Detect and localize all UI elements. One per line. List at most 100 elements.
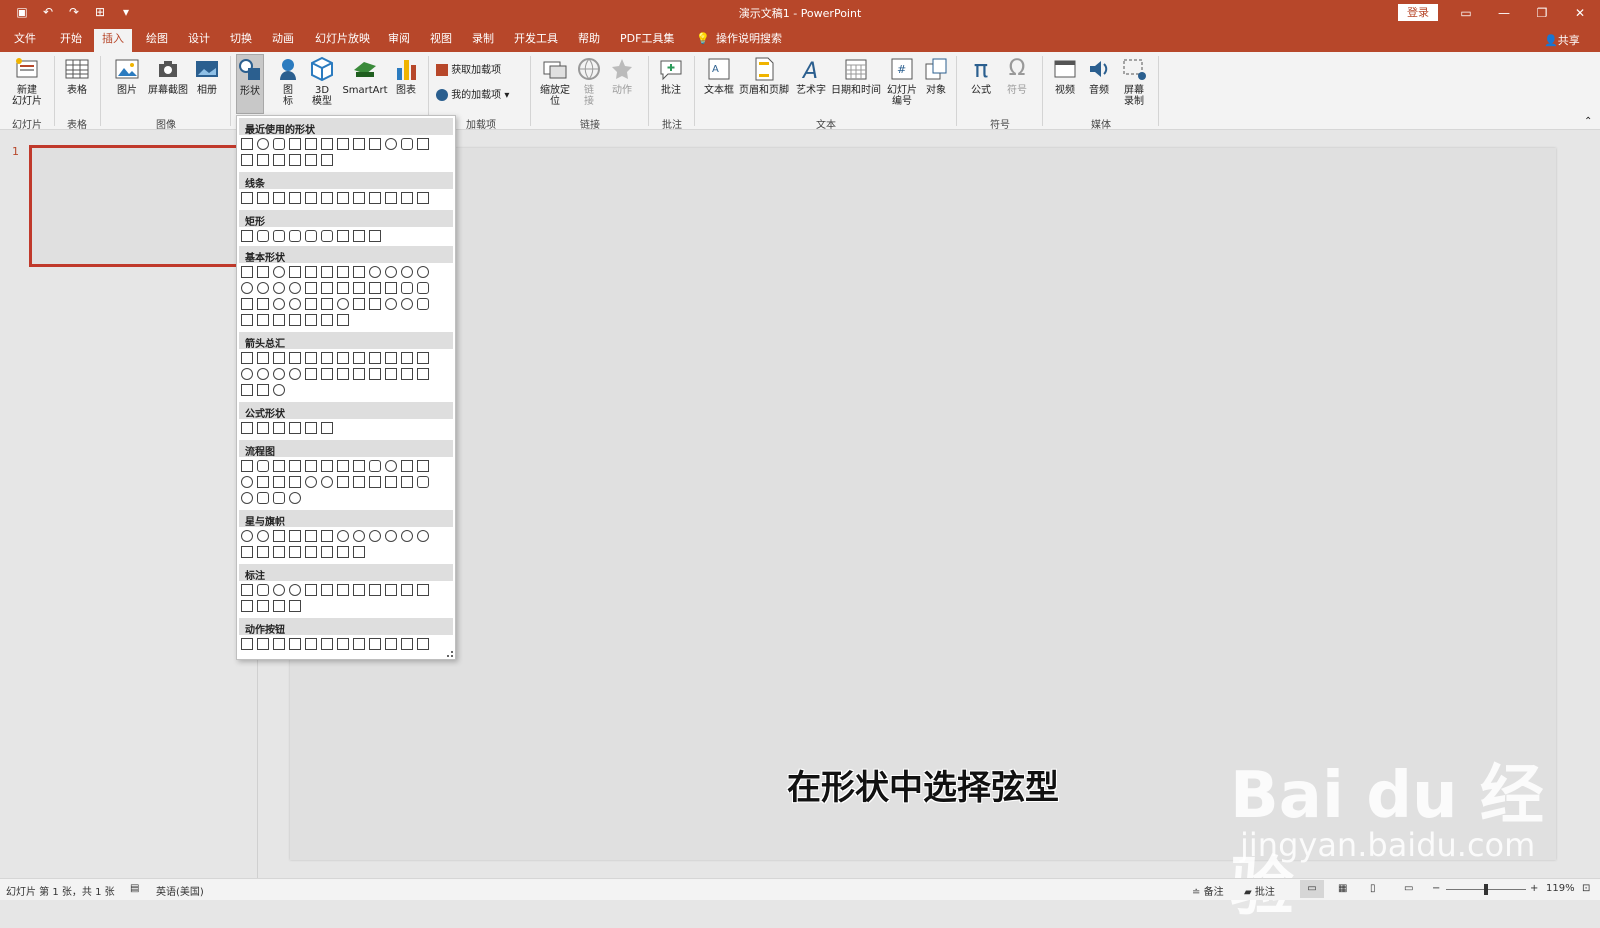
object-button[interactable]: 对象: [922, 56, 950, 96]
shape-item[interactable]: [321, 352, 333, 364]
shape-item[interactable]: [337, 476, 349, 488]
shape-item[interactable]: [385, 266, 397, 278]
shape-item[interactable]: [241, 492, 253, 504]
shape-item[interactable]: [417, 460, 429, 472]
shape-item[interactable]: [401, 476, 413, 488]
shape-item[interactable]: [241, 266, 253, 278]
shape-item[interactable]: [273, 492, 285, 504]
tell-me-search[interactable]: 操作说明搜索: [716, 31, 782, 52]
shape-item[interactable]: [257, 154, 269, 166]
shape-item[interactable]: [337, 298, 349, 310]
shape-item[interactable]: [241, 638, 253, 650]
link-button[interactable]: 链 接: [576, 56, 602, 107]
share-button[interactable]: 👤共享: [1544, 32, 1580, 48]
shape-item[interactable]: [369, 352, 381, 364]
shape-item[interactable]: [353, 530, 365, 542]
close-icon[interactable]: ✕: [1566, 3, 1594, 23]
shape-item[interactable]: [241, 422, 253, 434]
shape-item[interactable]: [337, 460, 349, 472]
shape-item[interactable]: [417, 266, 429, 278]
shape-item[interactable]: [369, 192, 381, 204]
shape-item[interactable]: [353, 138, 365, 150]
new-slide-button[interactable]: 新建 幻灯片: [6, 56, 48, 107]
shape-item[interactable]: [353, 638, 365, 650]
shape-item[interactable]: [273, 546, 285, 558]
smartart-button[interactable]: SmartArt: [342, 56, 388, 96]
slide-number-button[interactable]: # 幻灯片 编号: [884, 56, 920, 107]
tab-transitions[interactable]: 切换: [230, 31, 252, 52]
shape-item[interactable]: [337, 584, 349, 596]
shape-item[interactable]: [273, 154, 285, 166]
tab-review[interactable]: 审阅: [388, 31, 410, 52]
shape-item[interactable]: [305, 530, 317, 542]
shape-item[interactable]: [337, 266, 349, 278]
resize-grip[interactable]: [447, 651, 453, 657]
slide-sorter-icon[interactable]: ▦: [1338, 883, 1347, 894]
shape-item[interactable]: [257, 138, 269, 150]
shape-item[interactable]: [321, 530, 333, 542]
shape-item[interactable]: [257, 492, 269, 504]
shape-item[interactable]: [289, 600, 301, 612]
shape-item[interactable]: [369, 298, 381, 310]
spellcheck-icon[interactable]: ▤: [130, 883, 139, 894]
shape-item[interactable]: [321, 460, 333, 472]
shape-item[interactable]: [385, 638, 397, 650]
shape-item[interactable]: [305, 154, 317, 166]
shape-item[interactable]: [305, 638, 317, 650]
language-indicator[interactable]: 英语(美国): [156, 883, 204, 898]
shape-item[interactable]: [369, 460, 381, 472]
minimize-icon[interactable]: —: [1490, 3, 1518, 23]
shape-item[interactable]: [241, 600, 253, 612]
shape-item[interactable]: [305, 584, 317, 596]
shape-item[interactable]: [353, 546, 365, 558]
shape-item[interactable]: [337, 192, 349, 204]
shape-item[interactable]: [385, 368, 397, 380]
shape-item[interactable]: [401, 138, 413, 150]
tab-draw[interactable]: 绘图: [146, 31, 168, 52]
shape-item[interactable]: [241, 530, 253, 542]
shape-item[interactable]: [305, 460, 317, 472]
shape-item[interactable]: [241, 314, 253, 326]
comment-button[interactable]: 批注: [656, 56, 686, 96]
slide-thumbnail[interactable]: [29, 145, 255, 267]
textbox-button[interactable]: A 文本框: [702, 56, 736, 96]
login-button[interactable]: 登录: [1398, 4, 1438, 21]
shape-item[interactable]: [289, 230, 301, 242]
shape-item[interactable]: [289, 154, 301, 166]
shape-item[interactable]: [257, 422, 269, 434]
shape-item[interactable]: [257, 298, 269, 310]
shape-item[interactable]: [337, 230, 349, 242]
shape-item[interactable]: [417, 476, 429, 488]
shape-item[interactable]: [401, 266, 413, 278]
shape-item[interactable]: [417, 584, 429, 596]
shape-item[interactable]: [273, 584, 285, 596]
notes-button[interactable]: ≐ 备注: [1192, 883, 1224, 898]
shape-item[interactable]: [385, 282, 397, 294]
shape-item[interactable]: [289, 492, 301, 504]
tab-home[interactable]: 开始: [60, 31, 82, 52]
shape-item[interactable]: [337, 546, 349, 558]
shape-item[interactable]: [417, 352, 429, 364]
shape-item[interactable]: [401, 584, 413, 596]
shape-item[interactable]: [337, 638, 349, 650]
audio-button[interactable]: 音频: [1084, 56, 1114, 96]
shape-item[interactable]: [257, 368, 269, 380]
3d-models-button[interactable]: 3D 模型: [308, 56, 336, 107]
tab-view[interactable]: 视图: [430, 31, 452, 52]
zoom-level[interactable]: 119%: [1546, 883, 1575, 894]
shape-item[interactable]: [289, 298, 301, 310]
shape-item[interactable]: [385, 298, 397, 310]
shape-item[interactable]: [321, 298, 333, 310]
shape-item[interactable]: [273, 530, 285, 542]
equation-button[interactable]: π 公式: [966, 56, 996, 96]
comments-button[interactable]: ▰ 批注: [1244, 883, 1275, 898]
shape-item[interactable]: [353, 368, 365, 380]
zoom-button[interactable]: 缩放定 位: [538, 56, 572, 107]
shape-item[interactable]: [241, 476, 253, 488]
shape-item[interactable]: [241, 154, 253, 166]
tab-design[interactable]: 设计: [188, 31, 210, 52]
shape-item[interactable]: [241, 460, 253, 472]
shape-item[interactable]: [321, 638, 333, 650]
shape-item[interactable]: [289, 530, 301, 542]
shape-item[interactable]: [417, 298, 429, 310]
